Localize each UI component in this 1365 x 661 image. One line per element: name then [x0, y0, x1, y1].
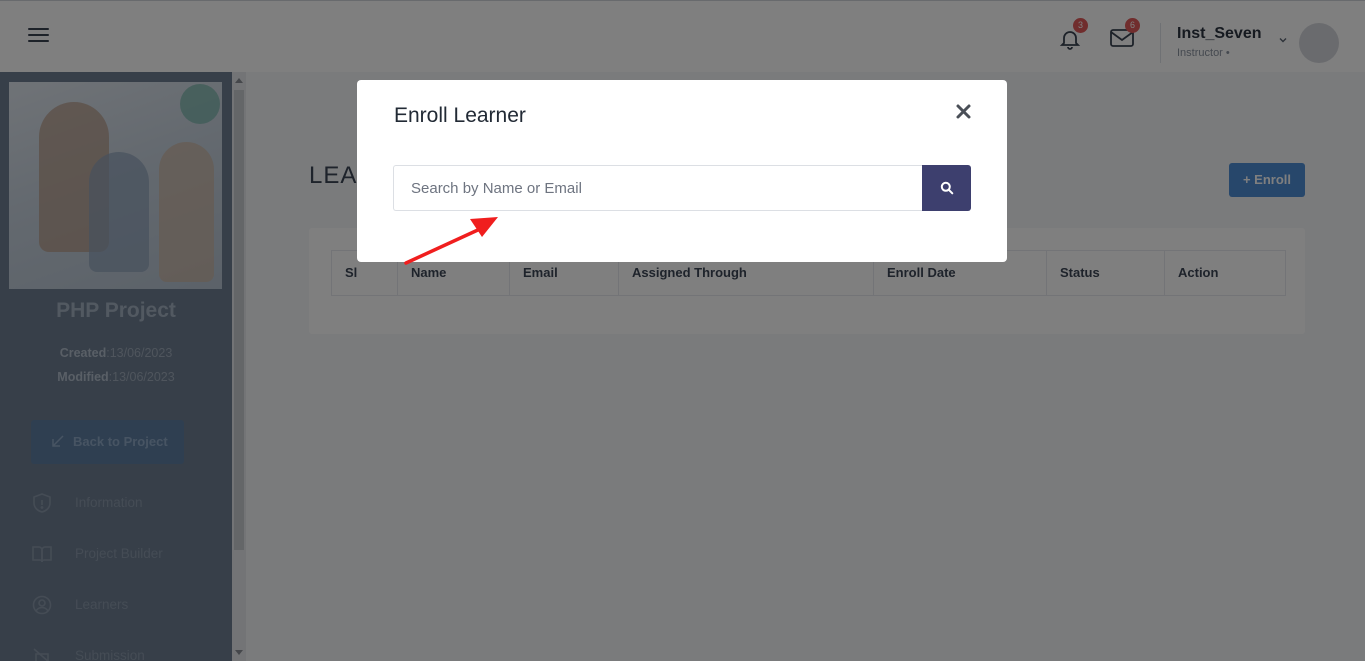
annotation-arrow-icon — [404, 217, 498, 265]
close-icon[interactable] — [955, 103, 972, 120]
modal-title: Enroll Learner — [394, 104, 526, 127]
search-button[interactable] — [922, 165, 971, 211]
search-icon — [940, 181, 954, 195]
